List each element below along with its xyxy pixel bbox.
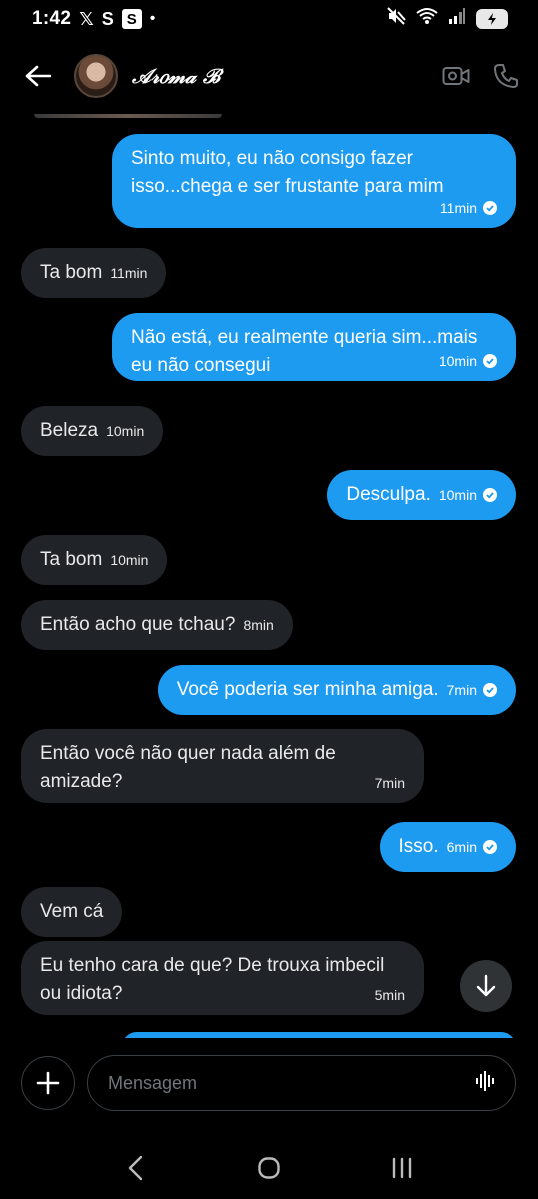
message-time: 11min xyxy=(439,200,477,216)
message-list[interactable]: Sinto muito, eu não consigo fazer isso..… xyxy=(0,120,538,1038)
message-time: 10min xyxy=(110,552,149,568)
message-bubble-incoming[interactable]: Então acho que tchau? 8min xyxy=(21,600,293,650)
read-check-icon xyxy=(483,354,497,368)
add-attachment-button[interactable] xyxy=(21,1056,75,1110)
read-check-icon xyxy=(483,488,497,502)
status-time: 1:42 xyxy=(32,8,72,29)
message-bubble-incoming[interactable]: Ta bom 10min xyxy=(21,535,168,585)
arrow-down-icon xyxy=(476,974,496,997)
message-time: 11min xyxy=(110,265,148,281)
read-check-icon xyxy=(483,201,497,215)
back-nav-icon xyxy=(129,1155,143,1181)
message-time: 7min xyxy=(374,775,405,791)
message-meta: 7min xyxy=(447,676,497,704)
back-button[interactable] xyxy=(22,60,54,92)
recents-nav-icon xyxy=(392,1157,411,1179)
back-arrow-icon xyxy=(25,65,51,87)
message-bubble-outgoing[interactable]: Sinto muito, eu não consigo fazer isso..… xyxy=(112,134,516,228)
message-meta: 10min xyxy=(439,481,497,509)
chat-header: 𝒜𝓇𝑜𝓂𝒶 ℬ xyxy=(0,46,538,106)
battery-icon xyxy=(476,9,508,29)
composer xyxy=(0,1050,538,1116)
header-actions xyxy=(442,62,520,90)
message-bubble-outgoing[interactable]: Você poderia ser minha amiga. 7min xyxy=(157,665,516,715)
message-bubble-incoming[interactable]: Eu tenho cara de que? De trouxa imbecil … xyxy=(21,941,424,1015)
plus-icon xyxy=(36,1071,60,1095)
message-bubble-incoming[interactable]: Beleza 10min xyxy=(21,406,164,456)
message-bubble-outgoing[interactable]: Não está, eu realmente queria sim...mais… xyxy=(112,313,516,381)
previous-image-edge[interactable] xyxy=(34,114,222,118)
nav-home-button[interactable] xyxy=(249,1148,289,1188)
message-text: Você poderia ser minha amiga. xyxy=(176,679,439,700)
message-text: Ta bom xyxy=(40,262,103,283)
nav-recents-button[interactable] xyxy=(382,1148,422,1188)
voice-wave-icon[interactable] xyxy=(475,1070,497,1097)
message-bubble-outgoing[interactable]: Isso. 6min xyxy=(379,822,516,872)
phone-icon xyxy=(494,64,518,88)
status-right xyxy=(386,6,508,32)
dot-icon: • xyxy=(149,10,156,27)
status-bar: 1:42 𝕏 S S • xyxy=(0,0,538,38)
message-meta: 11min xyxy=(110,259,147,287)
message-time: 6min xyxy=(446,839,477,855)
message-bubble-outgoing[interactable]: Desculpa. 10min xyxy=(327,470,516,520)
message-bubble-incoming[interactable]: Então você não quer nada além de amizade… xyxy=(21,729,424,803)
message-bubble-incoming[interactable]: Ta bom 11min xyxy=(21,248,167,298)
message-meta: 6min xyxy=(447,833,497,861)
message-meta: 10min xyxy=(106,417,144,445)
message-time: 10min xyxy=(438,487,477,503)
message-text: Vem cá xyxy=(40,901,104,922)
message-input[interactable] xyxy=(108,1072,475,1094)
message-bubble-outgoing-partial[interactable] xyxy=(122,1032,516,1038)
read-check-icon xyxy=(483,683,497,697)
message-text: Sinto muito, eu não consigo fazer isso..… xyxy=(131,148,444,197)
contact-name[interactable]: 𝒜𝓇𝑜𝓂𝒶 ℬ xyxy=(132,64,220,88)
message-bubble-incoming[interactable]: Vem cá xyxy=(21,887,123,937)
message-text: Então acho que tchau? xyxy=(40,614,236,635)
nav-back-button[interactable] xyxy=(116,1148,156,1188)
video-call-button[interactable] xyxy=(442,62,470,90)
message-time: 5min xyxy=(374,987,405,1003)
video-call-icon xyxy=(442,67,470,85)
message-time: 10min xyxy=(106,423,145,439)
home-nav-icon xyxy=(258,1157,280,1179)
s-box-icon: S xyxy=(121,9,142,29)
wifi-icon xyxy=(416,7,438,31)
avatar[interactable] xyxy=(74,54,118,98)
message-text: Desculpa. xyxy=(346,484,431,505)
message-meta: 10min xyxy=(110,546,148,574)
scroll-to-bottom-button[interactable] xyxy=(460,960,512,1012)
message-meta: 8min xyxy=(243,611,273,639)
system-nav-bar xyxy=(0,1140,538,1196)
mute-icon xyxy=(386,6,406,32)
message-text: Isso. xyxy=(398,836,439,857)
status-left: 1:42 𝕏 S S • xyxy=(32,8,155,30)
message-time: 10min xyxy=(438,353,477,369)
signal-icon xyxy=(448,7,466,31)
message-text: Beleza xyxy=(40,420,99,441)
message-input-wrapper xyxy=(87,1055,516,1111)
s-icon: S xyxy=(101,8,114,29)
message-meta: 11min xyxy=(139,199,497,217)
read-check-icon xyxy=(483,840,497,854)
message-time: 8min xyxy=(243,617,274,633)
phone-call-button[interactable] xyxy=(492,62,520,90)
message-time: 7min xyxy=(446,682,477,698)
x-logo-icon: 𝕏 xyxy=(79,8,94,29)
message-text: Ta bom xyxy=(40,549,103,570)
